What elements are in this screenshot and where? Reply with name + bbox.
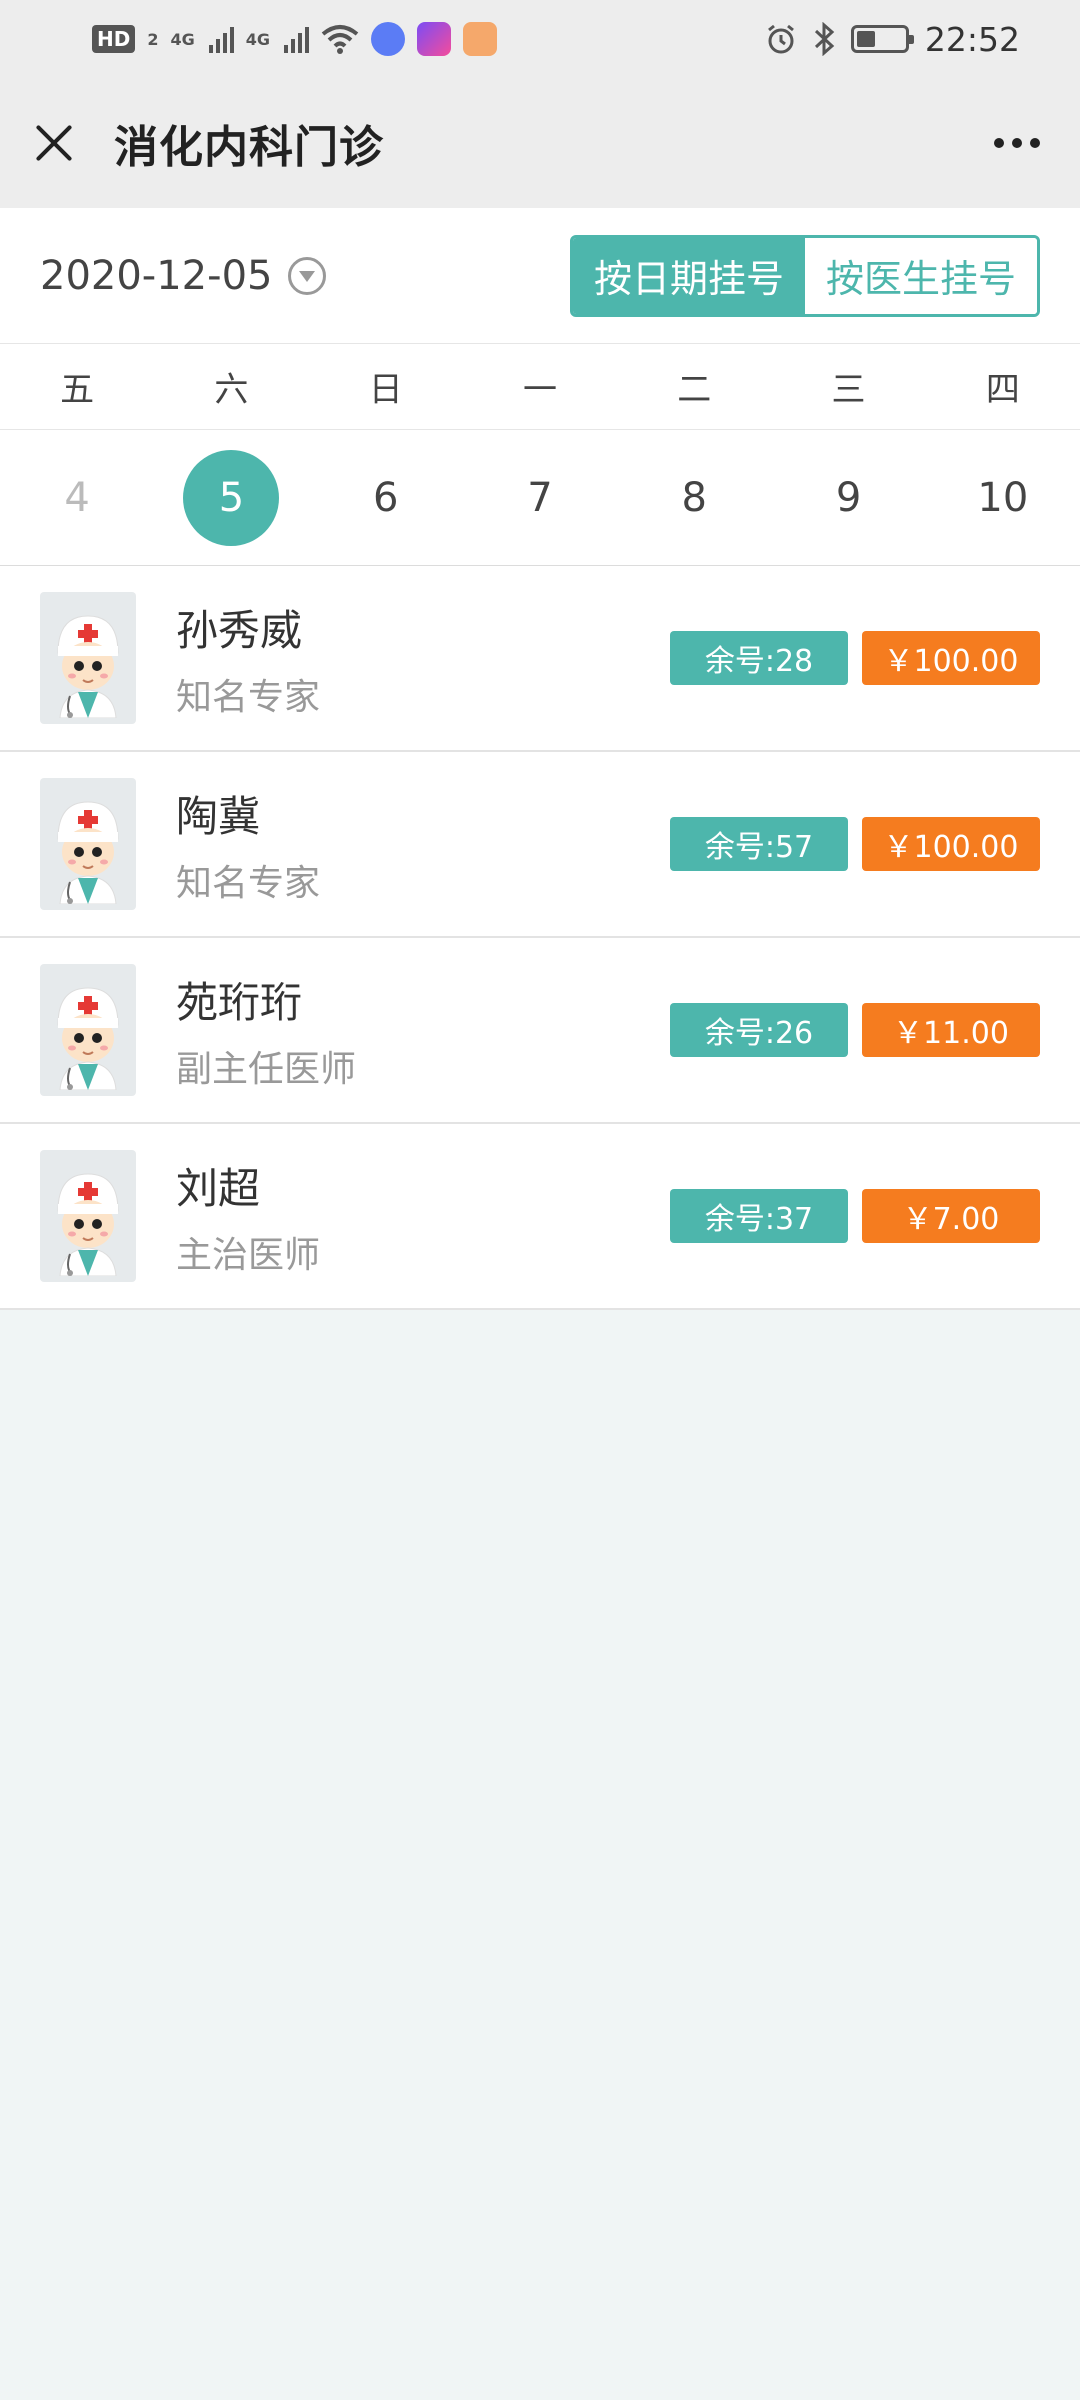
remaining-slots-badge: 余号:28 <box>670 631 848 685</box>
doctor-name: 苑珩珩 <box>176 977 303 1027</box>
clock: 22:52 <box>924 19 1020 59</box>
hd-icon: HD <box>92 25 136 53</box>
doctor-avatar-icon <box>40 964 136 1096</box>
doctor-name: 孙秀威 <box>176 605 303 655</box>
doctor-info: 苑珩珩 副主任医师 <box>176 969 356 1092</box>
day-number-selected[interactable]: 5 <box>183 449 280 546</box>
date-picker[interactable]: 2020-12-05 <box>40 252 327 299</box>
status-left: HD 2 4G 4G <box>92 22 498 56</box>
doctor-avatar-icon <box>40 778 136 910</box>
day-cell[interactable]: 7 <box>463 430 617 565</box>
day-cell[interactable]: 6 <box>309 430 463 565</box>
selected-date: 2020-12-05 <box>40 252 273 299</box>
doctor-info: 刘超 主治医师 <box>176 1155 320 1278</box>
remaining-slots-badge: 余号:26 <box>670 1003 848 1057</box>
price-badge: ￥7.00 <box>862 1189 1040 1243</box>
honor-app-icon <box>417 22 452 56</box>
doctor-info: 陶冀 知名专家 <box>176 783 320 906</box>
day-number[interactable]: 10 <box>955 450 1051 546</box>
network-type-1: 4G <box>170 29 195 49</box>
tab-by-date[interactable]: 按日期挂号 <box>573 237 805 314</box>
status-bar: HD 2 4G 4G 22:52 <box>0 0 1080 78</box>
doctor-row[interactable]: 陶冀 知名专家 余号:57 ￥100.00 <box>0 752 1080 938</box>
weekday-label: 一 <box>522 370 557 410</box>
day-number[interactable]: 7 <box>492 450 588 546</box>
network-type-2: 4G <box>245 29 271 49</box>
signal-icon <box>284 25 310 53</box>
day-cell[interactable]: 10 <box>926 430 1080 565</box>
doctor-name: 刘超 <box>176 1163 261 1213</box>
doctor-title: 副主任医师 <box>176 1048 357 1090</box>
wifi-icon <box>321 25 359 54</box>
title-bar: 消化内科门诊 <box>0 78 1080 208</box>
day-cell[interactable]: 9 <box>771 430 925 565</box>
weekday-label: 日 <box>368 370 403 410</box>
alarm-icon <box>767 24 794 54</box>
signal-icon <box>208 25 234 53</box>
doctor-badges: 余号:57 ￥100.00 <box>670 817 1040 871</box>
close-icon[interactable] <box>32 121 76 165</box>
doctor-list: 孙秀威 知名专家 余号:28 ￥100.00 陶冀 知名专家 余号:57 ￥10… <box>0 566 1080 1310</box>
weekday-label: 六 <box>214 370 249 410</box>
status-right: 22:52 <box>765 20 1020 59</box>
doctor-title: 知名专家 <box>176 676 321 718</box>
weekday-label: 二 <box>677 370 712 410</box>
doctor-badges: 余号:28 ￥100.00 <box>670 631 1040 685</box>
day-number[interactable]: 8 <box>646 450 742 546</box>
price-badge: ￥11.00 <box>862 1003 1040 1057</box>
doctor-row[interactable]: 刘超 主治医师 余号:37 ￥7.00 <box>0 1124 1080 1310</box>
date-header: 2020-12-05 按日期挂号 按医生挂号 <box>0 208 1080 344</box>
page-title: 消化内科门诊 <box>114 122 384 173</box>
weekday-row: 五 六 日 一 二 三 四 <box>0 344 1080 430</box>
battery-icon <box>850 25 914 53</box>
more-options-icon[interactable] <box>986 128 1048 158</box>
sim-number: 2 <box>147 29 159 49</box>
doctor-avatar-icon <box>40 1150 136 1282</box>
day-number[interactable]: 9 <box>801 450 897 546</box>
doctor-name: 陶冀 <box>176 791 261 841</box>
weekday-label: 三 <box>831 370 866 410</box>
doctor-badges: 余号:37 ￥7.00 <box>670 1189 1040 1243</box>
bluetooth-icon <box>814 22 835 56</box>
day-cell: 4 <box>0 430 154 565</box>
doctor-title: 知名专家 <box>176 862 321 904</box>
price-badge: ￥100.00 <box>862 817 1040 871</box>
music-app-icon <box>371 22 406 56</box>
dates-row: 4 5 6 7 8 9 10 <box>0 430 1080 566</box>
day-number-disabled: 4 <box>64 474 90 521</box>
doctor-info: 孙秀威 知名专家 <box>176 597 320 720</box>
game-app-icon <box>463 22 498 56</box>
registration-mode-toggle: 按日期挂号 按医生挂号 <box>570 234 1040 317</box>
weekday-label: 五 <box>60 370 95 410</box>
day-number[interactable]: 6 <box>338 450 434 546</box>
doctor-badges: 余号:26 ￥11.00 <box>670 1003 1040 1057</box>
doctor-avatar-icon <box>40 592 136 724</box>
day-cell[interactable]: 8 <box>617 430 771 565</box>
tab-by-doctor[interactable]: 按医生挂号 <box>805 237 1037 314</box>
price-badge: ￥100.00 <box>862 631 1040 685</box>
weekday-label: 四 <box>985 370 1020 410</box>
dropdown-arrow-icon[interactable] <box>288 256 327 295</box>
remaining-slots-badge: 余号:57 <box>670 817 848 871</box>
remaining-slots-badge: 余号:37 <box>670 1189 848 1243</box>
doctor-title: 主治医师 <box>176 1234 321 1276</box>
doctor-row[interactable]: 苑珩珩 副主任医师 余号:26 ￥11.00 <box>0 938 1080 1124</box>
day-cell-selected[interactable]: 5 <box>154 430 308 565</box>
doctor-row[interactable]: 孙秀威 知名专家 余号:28 ￥100.00 <box>0 566 1080 752</box>
